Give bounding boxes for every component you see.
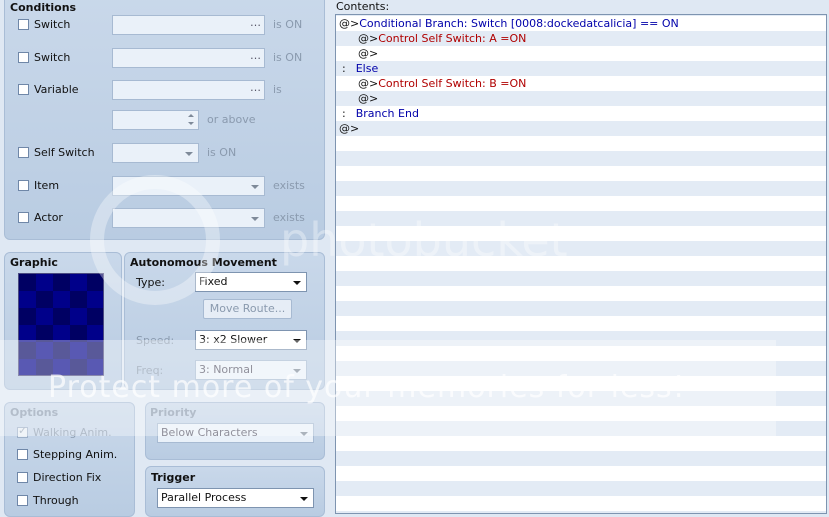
- walking-anim-checkbox[interactable]: ✓: [17, 424, 28, 438]
- command-text: Conditional Branch: Switch [0008:dockeda…: [359, 17, 679, 30]
- switch2-checkbox[interactable]: [18, 52, 29, 63]
- direction-fix-label: Direction Fix: [33, 471, 102, 484]
- contents-title: Contents:: [336, 0, 390, 13]
- chevron-down-icon: [293, 339, 301, 343]
- priority-title: Priority: [150, 406, 197, 419]
- actor-label: Actor: [34, 211, 63, 224]
- walking-anim-label: Walking Anim.: [33, 426, 112, 439]
- command-prefix: @>: [339, 122, 360, 135]
- ellipsis-icon: …: [250, 16, 261, 29]
- switch2-suffix: is ON: [273, 51, 303, 64]
- trigger-value: Parallel Process: [161, 491, 247, 504]
- type-label: Type:: [136, 276, 165, 289]
- self-switch-suffix: is ON: [207, 146, 237, 159]
- command-text: Control Self Switch: A =ON: [378, 32, 527, 45]
- speed-label: Speed:: [136, 334, 175, 347]
- chevron-down-icon: [251, 217, 259, 221]
- type-value: Fixed: [199, 275, 228, 288]
- command-prefix: @>: [358, 32, 379, 45]
- conditions-panel: Conditions Switch … is ON Switch … is ON…: [4, 0, 325, 240]
- ellipsis-icon: …: [250, 81, 261, 94]
- command-prefix: :: [342, 107, 346, 120]
- command-prefix: @>: [358, 47, 379, 60]
- command-prefix: @>: [358, 77, 379, 90]
- conditions-title: Conditions: [10, 1, 77, 14]
- switch2-label: Switch: [34, 51, 71, 64]
- switch1-checkbox[interactable]: [18, 19, 29, 30]
- graphic-title: Graphic: [10, 256, 58, 269]
- priority-value: Below Characters: [161, 426, 258, 439]
- spin-down-icon[interactable]: [188, 122, 194, 125]
- stepping-anim-checkbox[interactable]: [17, 449, 28, 460]
- self-switch-label: Self Switch: [34, 146, 95, 159]
- speed-select[interactable]: 3: x2 Slower: [195, 330, 307, 350]
- item-suffix: exists: [273, 179, 305, 192]
- chevron-down-icon: [293, 369, 301, 373]
- variable-checkbox[interactable]: [18, 84, 29, 95]
- actor-select[interactable]: [112, 208, 265, 228]
- options-title: Options: [10, 406, 59, 419]
- through-label: Through: [33, 494, 79, 507]
- chevron-down-icon: [251, 185, 259, 189]
- priority-select[interactable]: Below Characters: [157, 423, 314, 443]
- variable-value-stepper[interactable]: [112, 110, 199, 130]
- move-route-button[interactable]: Move Route...: [203, 299, 292, 319]
- speed-value: 3: x2 Slower: [199, 333, 268, 346]
- direction-fix-checkbox[interactable]: [17, 472, 28, 483]
- variable-field[interactable]: …: [112, 80, 265, 100]
- command-line[interactable]: : Branch End: [339, 106, 419, 121]
- command-line[interactable]: @>Control Self Switch: B =ON: [358, 76, 526, 91]
- command-line[interactable]: @>Conditional Branch: Switch [0008:docke…: [339, 16, 679, 31]
- self-switch-select[interactable]: [112, 143, 199, 163]
- command-line[interactable]: @>Control Self Switch: A =ON: [358, 31, 526, 46]
- actor-suffix: exists: [273, 211, 305, 224]
- command-prefix: @>: [358, 92, 379, 105]
- trigger-title: Trigger: [151, 471, 196, 484]
- spin-up-icon[interactable]: [188, 114, 194, 117]
- switch1-field[interactable]: …: [112, 15, 265, 35]
- chevron-down-icon: [185, 152, 193, 156]
- variable-label: Variable: [34, 83, 79, 96]
- command-text: Branch End: [355, 107, 419, 120]
- command-text: Control Self Switch: B =ON: [378, 77, 527, 90]
- type-select[interactable]: Fixed: [195, 272, 307, 292]
- switch1-label: Switch: [34, 18, 71, 31]
- trigger-select[interactable]: Parallel Process: [157, 488, 314, 508]
- freq-select[interactable]: 3: Normal: [195, 360, 307, 380]
- autonomous-movement-title: Autonomous Movement: [130, 256, 277, 269]
- switch2-field[interactable]: …: [112, 48, 265, 68]
- item-select[interactable]: [112, 176, 265, 196]
- event-commands-list[interactable]: @>Conditional Branch: Switch [0008:docke…: [335, 14, 827, 514]
- or-above-label: or above: [207, 113, 256, 126]
- through-checkbox[interactable]: [17, 495, 28, 506]
- command-prefix: :: [342, 62, 346, 75]
- command-prefix: @>: [339, 17, 360, 30]
- chevron-down-icon: [300, 497, 308, 501]
- check-icon: ✓: [18, 424, 28, 437]
- item-checkbox[interactable]: [18, 180, 29, 191]
- stepping-anim-label: Stepping Anim.: [33, 448, 118, 461]
- graphic-preview[interactable]: [18, 273, 104, 376]
- switch1-suffix: is ON: [273, 18, 303, 31]
- actor-checkbox[interactable]: [18, 212, 29, 223]
- freq-label: Freq:: [136, 364, 164, 377]
- chevron-down-icon: [300, 432, 308, 436]
- command-line[interactable]: @>: [339, 121, 359, 136]
- chevron-down-icon: [293, 281, 301, 285]
- command-line[interactable]: @>: [358, 46, 378, 61]
- item-label: Item: [34, 179, 60, 192]
- freq-value: 3: Normal: [199, 363, 254, 376]
- command-text: Else: [355, 62, 379, 75]
- self-switch-checkbox[interactable]: [18, 147, 29, 158]
- variable-suffix: is: [273, 83, 282, 96]
- command-line[interactable]: : Else: [339, 61, 378, 76]
- command-line[interactable]: @>: [358, 91, 378, 106]
- ellipsis-icon: …: [250, 49, 261, 62]
